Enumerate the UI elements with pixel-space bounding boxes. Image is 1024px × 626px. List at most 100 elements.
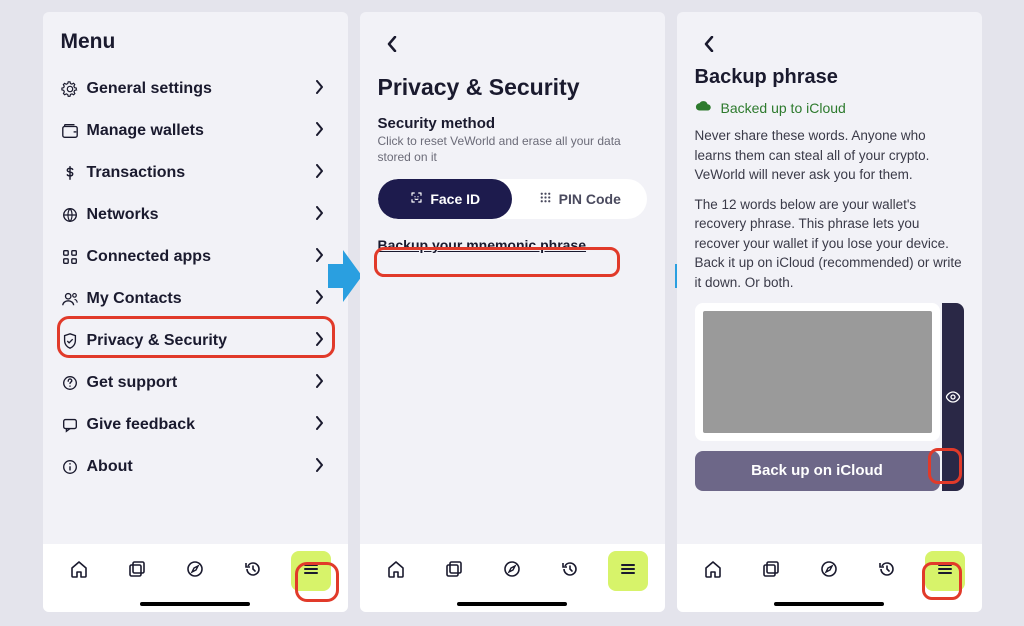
menu-item-label: Networks [87, 206, 316, 224]
chevron-right-icon [316, 458, 330, 477]
segment-label: PIN Code [559, 191, 621, 207]
nav-history-button[interactable] [867, 551, 907, 591]
chevron-right-icon [316, 416, 330, 435]
bottom-nav [43, 544, 348, 598]
backup-status: Backed up to iCloud [695, 99, 964, 116]
bottom-nav [360, 544, 665, 598]
mnemonic-phrase-card [695, 303, 940, 441]
screen-privacy-security: Privacy & Security Security method Click… [360, 12, 665, 612]
nav-home-button[interactable] [59, 551, 99, 591]
reveal-phrase-button[interactable] [942, 386, 964, 408]
page-title: Privacy & Security [378, 74, 647, 101]
nav-history-button[interactable] [550, 551, 590, 591]
help-icon [61, 374, 87, 392]
chat-icon [61, 416, 87, 434]
nav-menu-button[interactable] [608, 551, 648, 591]
chevron-right-icon [316, 80, 330, 99]
menu-item-give-feedback[interactable]: Give feedback [61, 404, 330, 446]
mnemonic-hidden-area [703, 311, 932, 433]
menu-item-label: Give feedback [87, 416, 316, 434]
menu-item-label: General settings [87, 80, 316, 98]
nav-gallery-button[interactable] [434, 551, 474, 591]
menu-item-manage-wallets[interactable]: Manage wallets [61, 110, 330, 152]
globe-icon [61, 206, 87, 224]
compass-icon [502, 559, 522, 584]
segment-face-id[interactable]: Face ID [378, 179, 513, 219]
home-indicator [140, 602, 250, 606]
warning-text: Never share these words. Anyone who lear… [695, 126, 964, 185]
gallery-icon [761, 559, 781, 584]
page-title: Menu [61, 30, 330, 54]
menu-item-networks[interactable]: Networks [61, 194, 330, 236]
menu-item-label: About [87, 458, 316, 476]
history-icon [560, 559, 580, 584]
apps-icon [61, 248, 87, 266]
menu-item-general-settings[interactable]: General settings [61, 68, 330, 110]
section-title: Security method [378, 115, 647, 132]
security-method-segment: Face ID PIN Code [378, 179, 647, 219]
nav-home-button[interactable] [693, 551, 733, 591]
menu-icon [935, 559, 955, 584]
menu-item-connected-apps[interactable]: Connected apps [61, 236, 330, 278]
bottom-nav [677, 544, 982, 598]
dollar-icon [61, 164, 87, 182]
shield-icon [61, 332, 87, 350]
cloud-icon [695, 99, 713, 116]
home-icon [386, 559, 406, 584]
nav-compass-button[interactable] [175, 551, 215, 591]
compass-icon [185, 559, 205, 584]
history-icon [243, 559, 263, 584]
screen-backup-phrase: Backup phrase Backed up to iCloud Never … [677, 12, 982, 612]
nav-menu-button[interactable] [925, 551, 965, 591]
chevron-right-icon [316, 164, 330, 183]
nav-menu-button[interactable] [291, 551, 331, 591]
status-text: Backed up to iCloud [721, 100, 846, 116]
section-subtitle: Click to reset VeWorld and erase all you… [378, 133, 647, 165]
nav-compass-button[interactable] [492, 551, 532, 591]
gear-icon [61, 80, 87, 98]
wallet-icon [61, 122, 87, 140]
backup-icloud-button[interactable]: Back up on iCloud [695, 451, 940, 491]
home-icon [69, 559, 89, 584]
chevron-right-icon [316, 374, 330, 393]
back-button[interactable] [695, 30, 723, 58]
menu-item-label: Get support [87, 374, 316, 392]
nav-compass-button[interactable] [809, 551, 849, 591]
arrow-icon [328, 250, 362, 302]
home-indicator [457, 602, 567, 606]
compass-icon [819, 559, 839, 584]
menu-item-my-contacts[interactable]: My Contacts [61, 278, 330, 320]
info-text: The 12 words below are your wallet's rec… [695, 195, 964, 293]
screen-menu: Menu General settings Manage wallets Tra… [43, 12, 348, 612]
nav-history-button[interactable] [233, 551, 273, 591]
page-title: Backup phrase [695, 66, 964, 89]
gallery-icon [127, 559, 147, 584]
chevron-right-icon [316, 206, 330, 225]
gallery-icon [444, 559, 464, 584]
contacts-icon [61, 290, 87, 308]
info-icon [61, 458, 87, 476]
segment-pin-code[interactable]: PIN Code [512, 179, 647, 219]
nav-gallery-button[interactable] [117, 551, 157, 591]
menu-item-privacy-security[interactable]: Privacy & Security [61, 320, 330, 362]
menu-item-label: Connected apps [87, 248, 316, 266]
nav-home-button[interactable] [376, 551, 416, 591]
chevron-right-icon [316, 332, 330, 351]
menu-item-label: Transactions [87, 164, 316, 182]
home-indicator [774, 602, 884, 606]
menu-icon [618, 559, 638, 584]
history-icon [877, 559, 897, 584]
backup-mnemonic-link[interactable]: Backup your mnemonic phrase [378, 237, 587, 253]
nav-gallery-button[interactable] [751, 551, 791, 591]
segment-label: Face ID [430, 191, 480, 207]
home-icon [703, 559, 723, 584]
menu-item-get-support[interactable]: Get support [61, 362, 330, 404]
menu-item-about[interactable]: About [61, 446, 330, 488]
chevron-right-icon [316, 122, 330, 141]
back-button[interactable] [378, 30, 406, 58]
menu-item-label: Privacy & Security [87, 332, 316, 350]
face-id-icon [409, 190, 424, 208]
pin-icon [538, 190, 553, 208]
menu-item-label: My Contacts [87, 290, 316, 308]
menu-item-transactions[interactable]: Transactions [61, 152, 330, 194]
